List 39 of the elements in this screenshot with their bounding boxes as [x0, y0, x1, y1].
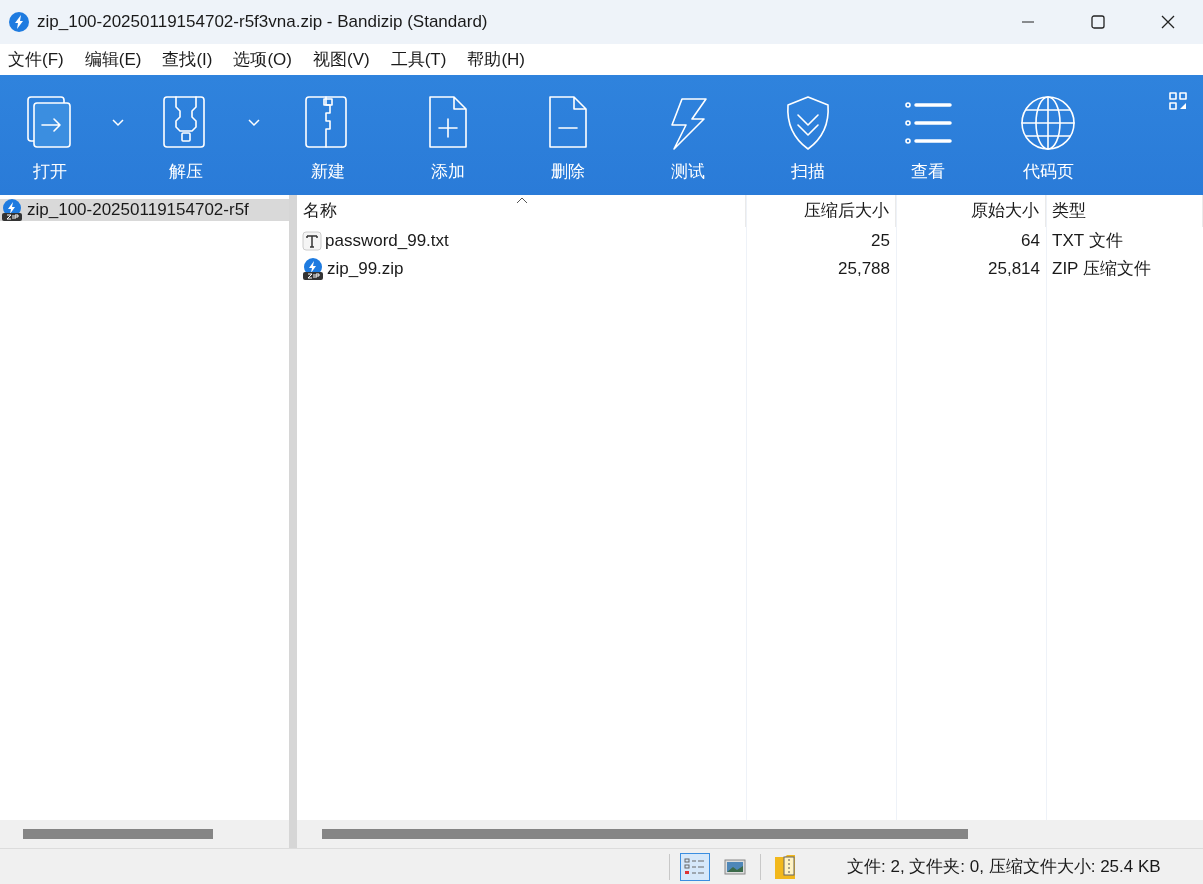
table-cell-text: 25,788	[838, 258, 890, 281]
chevron-down-icon[interactable]	[248, 119, 260, 127]
app-logo-icon	[8, 11, 30, 33]
status-text: 文件: 2, 文件夹: 0, 压缩文件大小: 25.4 KB	[847, 855, 1161, 878]
menu-item[interactable]: 查找(I)	[162, 46, 213, 73]
close-icon[interactable]	[1161, 15, 1175, 29]
menu-item[interactable]: 编辑(E)	[84, 46, 142, 73]
menu-item[interactable]: 帮助(H)	[467, 46, 525, 73]
menu-item[interactable]: 文件(F)	[8, 46, 64, 73]
table-cell-text: 25	[871, 230, 890, 253]
toolbar-button[interactable]: 打开	[0, 75, 100, 195]
menu-item[interactable]: 工具(T)	[390, 46, 447, 73]
toolbar-button[interactable]: 测试	[628, 75, 748, 195]
text-file-icon	[302, 231, 322, 251]
horizontal-scrollbar[interactable]	[0, 820, 289, 848]
table-cell-text: TXT 文件	[1052, 230, 1123, 253]
details-view-button[interactable]	[680, 852, 710, 881]
archive-icon	[302, 258, 324, 280]
toolbar-button[interactable]: 添加	[388, 75, 508, 195]
toolbar-button[interactable]: 代码页	[988, 75, 1108, 195]
layout-grid-icon[interactable]	[1169, 92, 1187, 110]
toolbar-button[interactable]: 扫描	[748, 75, 868, 195]
toolbar-button[interactable]: 解压	[136, 75, 236, 195]
table-cell-text: ZIP 压缩文件	[1052, 258, 1151, 281]
maximize-icon[interactable]	[1091, 15, 1105, 29]
file-name: zip_99.zip	[327, 258, 404, 281]
toolbar-button[interactable]: 新建	[268, 75, 388, 195]
table-cell-text: 25,814	[988, 258, 1040, 281]
menu-item[interactable]: 选项(O)	[233, 46, 292, 73]
window-title: zip_100-20250119154702-r5f3vna.zip - Bandizip (Standard)	[37, 11, 488, 34]
table-cell-text: 64	[1021, 230, 1040, 253]
menu-item[interactable]: 视图(V)	[313, 46, 370, 73]
tree-item[interactable]: zip_100-20250119154702-r5f	[0, 199, 289, 221]
toolbar-button[interactable]: 查看	[868, 75, 988, 195]
horizontal-scrollbar[interactable]	[297, 820, 1203, 848]
chevron-down-icon[interactable]	[112, 119, 124, 127]
globe-icon	[1020, 93, 1076, 153]
toolbar-button[interactable]: 删除	[508, 75, 628, 195]
file-name: password_99.txt	[325, 230, 449, 253]
